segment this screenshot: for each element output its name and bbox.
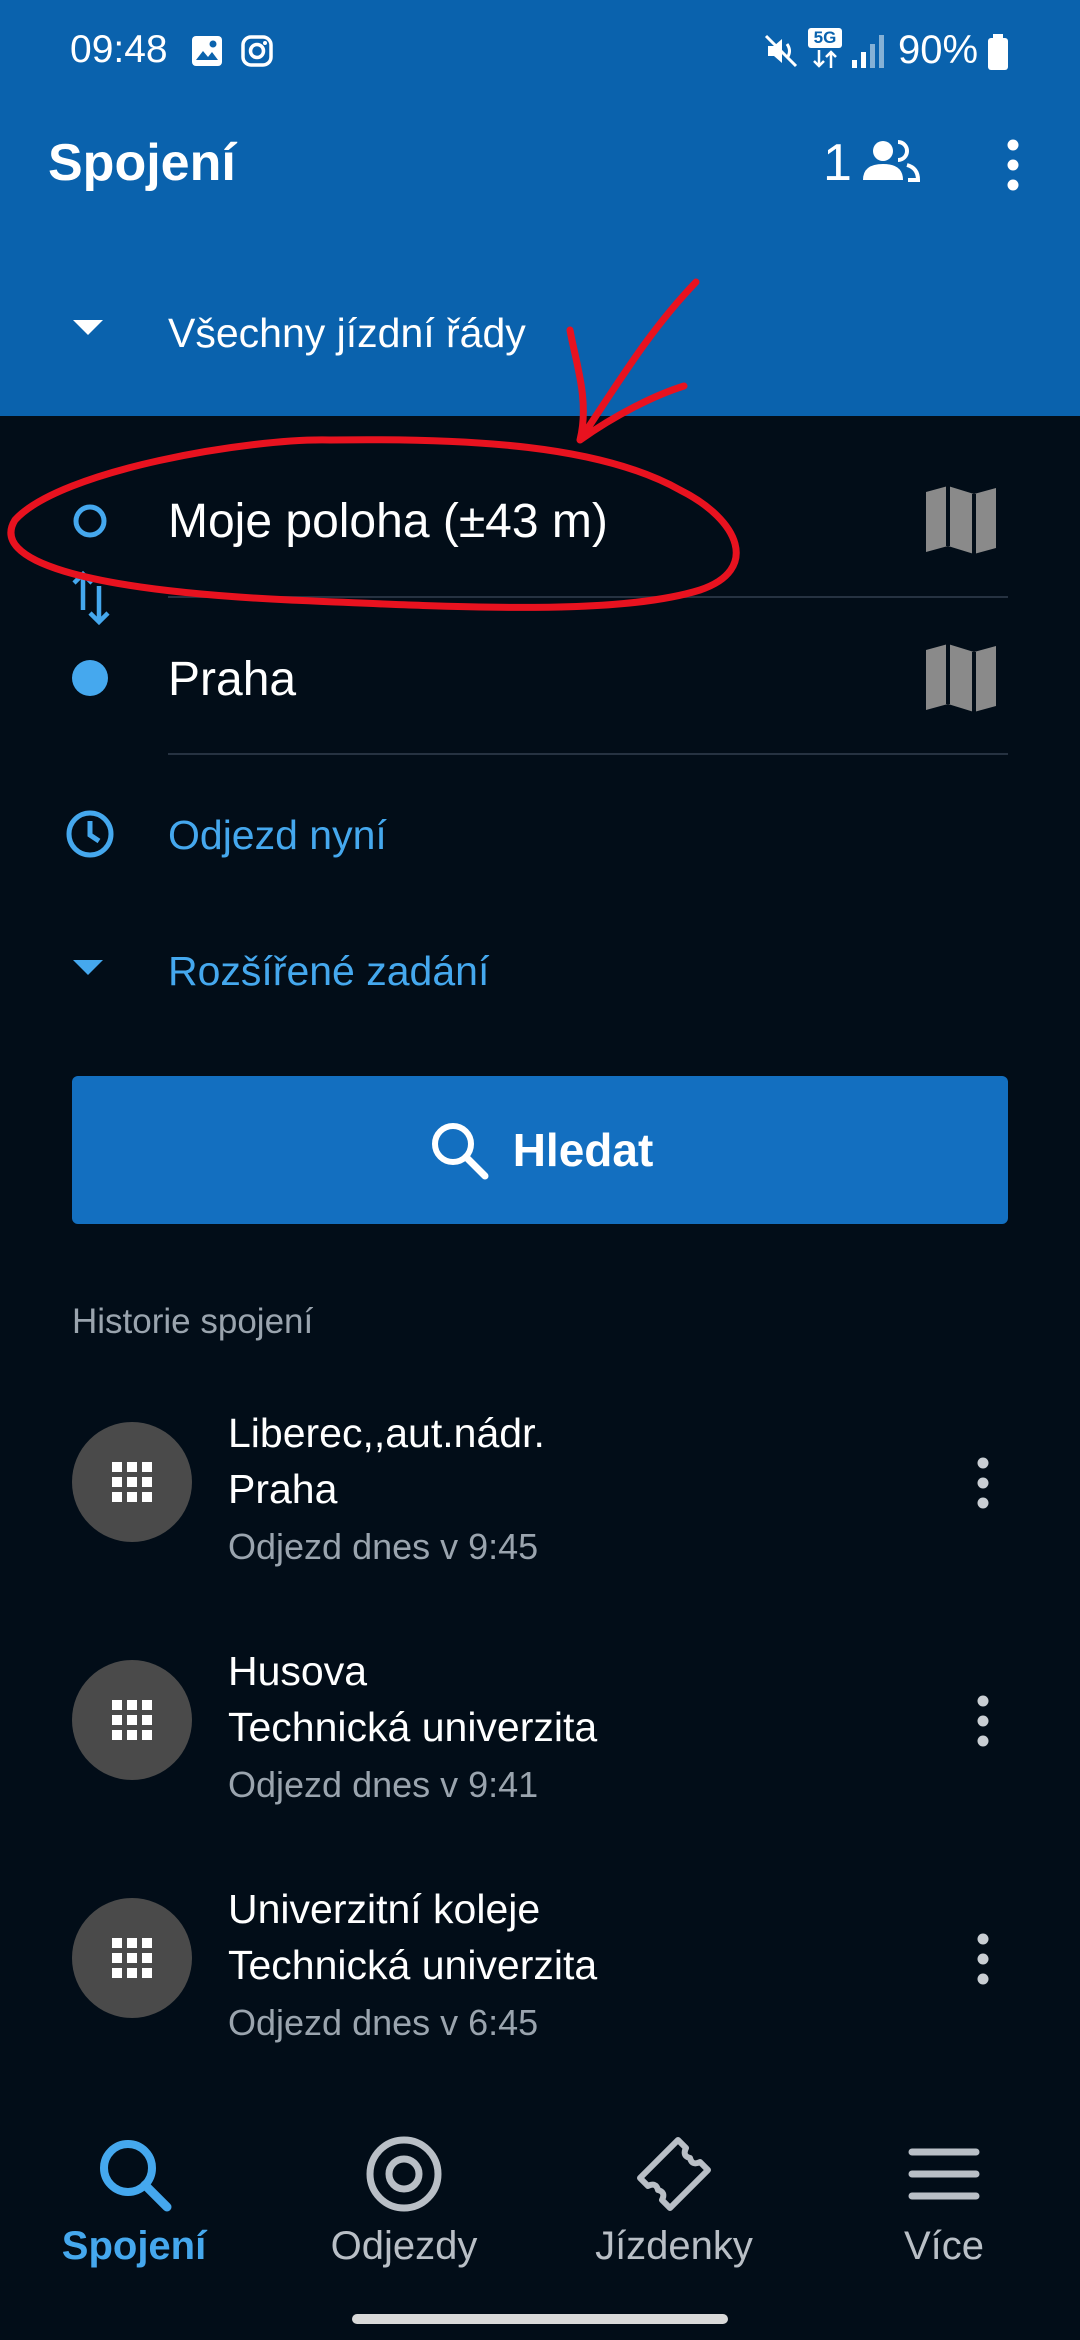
- home-indicator: [352, 2314, 728, 2324]
- history-item-avatar: [72, 1660, 192, 1780]
- from-field-value: Moje poloha (±43 m): [168, 495, 608, 548]
- nav-item-vice[interactable]: Více: [834, 2110, 1054, 2300]
- more-vert-icon[interactable]: [968, 1454, 998, 1512]
- more-vert-icon[interactable]: [998, 136, 1028, 194]
- swap-icon[interactable]: [70, 570, 112, 626]
- search-icon: [100, 2140, 172, 2212]
- history-item-to: Praha: [228, 1466, 338, 1512]
- history-title: Historie spojení: [72, 1302, 314, 1341]
- to-field-value: Praha: [168, 653, 297, 706]
- history-item[interactable]: Liberec,,aut.nádr. Praha Odjezd dnes v 9…: [0, 1366, 1080, 1604]
- battery-level: 90%: [898, 28, 979, 72]
- instagram-icon: [241, 35, 273, 67]
- history-item-to: Technická univerzita: [228, 1704, 598, 1750]
- nav-item-odjezdy[interactable]: Odjezdy: [294, 2110, 514, 2300]
- search-icon: [431, 1123, 489, 1180]
- nav-label: Odjezdy: [330, 2224, 478, 2268]
- from-field[interactable]: Moje poloha (±43 m): [168, 470, 868, 570]
- history-item-to: Technická univerzita: [228, 1942, 598, 1988]
- page-title: Spojení: [48, 134, 236, 192]
- history-item-time: Odjezd dnes v 9:45: [228, 1526, 539, 1567]
- target-icon: [366, 2136, 442, 2212]
- signal-icon: [852, 35, 884, 68]
- bottom-nav: Spojení Odjezdy Jízdenky Více: [0, 2110, 1080, 2300]
- nav-label: Jízdenky: [595, 2224, 753, 2268]
- search-button[interactable]: Hledat: [72, 1076, 1008, 1224]
- network-5g-icon: 5G: [808, 28, 842, 72]
- dropdown-arrow-icon: [73, 960, 103, 975]
- nav-item-jizdenky[interactable]: Jízdenky: [564, 2110, 784, 2300]
- nav-label: Více: [903, 2224, 985, 2268]
- destination-dot-icon: [72, 660, 108, 696]
- grid-icon: [112, 1938, 152, 1978]
- menu-icon: [908, 2148, 980, 2200]
- history-item-avatar: [72, 1898, 192, 2018]
- group-icon: [863, 140, 921, 182]
- departure-time-label: Odjezd nyní: [168, 812, 387, 858]
- grid-icon: [112, 1700, 152, 1740]
- history-item-from: Liberec,,aut.nádr.: [228, 1410, 545, 1456]
- battery-icon: [988, 34, 1008, 70]
- map-icon[interactable]: [924, 642, 998, 714]
- advanced-search-label: Rozšířené zadání: [168, 948, 490, 994]
- clock-icon: [66, 810, 114, 858]
- divider: [168, 753, 1008, 755]
- map-icon[interactable]: [924, 484, 998, 556]
- history-item[interactable]: Husova Technická univerzita Odjezd dnes …: [0, 1604, 1080, 1842]
- users-count: 1: [823, 134, 852, 192]
- gallery-icon: [192, 36, 222, 66]
- history-item-time: Odjezd dnes v 6:45: [228, 2002, 539, 2043]
- nav-item-spojeni[interactable]: Spojení: [24, 2110, 244, 2300]
- history-item-from: Univerzitní koleje: [228, 1886, 541, 1932]
- grid-icon: [112, 1462, 152, 1502]
- more-vert-icon[interactable]: [968, 1930, 998, 1988]
- timetable-label: Všechny jízdní řády: [168, 310, 526, 356]
- nav-label: Spojení: [61, 2224, 207, 2268]
- dropdown-arrow-icon: [73, 320, 103, 335]
- timetable-selector[interactable]: Všechny jízdní řády: [0, 290, 1080, 380]
- divider: [168, 596, 1008, 598]
- departure-time-selector[interactable]: Odjezd nyní: [0, 790, 1080, 880]
- more-vert-icon[interactable]: [968, 1692, 998, 1750]
- status-time: 09:48: [70, 28, 168, 71]
- history-item[interactable]: Univerzitní koleje Technická univerzita …: [0, 1842, 1080, 2080]
- history-item-time: Odjezd dnes v 9:41: [228, 1764, 539, 1805]
- ticket-icon: [637, 2137, 711, 2211]
- search-button-label: Hledat: [512, 1124, 654, 1176]
- history-item-from: Husova: [228, 1648, 368, 1694]
- advanced-search-toggle[interactable]: Rozšířené zadání: [0, 926, 1080, 1016]
- history-item-avatar: [72, 1422, 192, 1542]
- origin-dot-icon: [73, 504, 107, 538]
- users-button[interactable]: 1: [818, 128, 928, 198]
- to-field[interactable]: Praha: [168, 628, 868, 728]
- mute-icon: [764, 34, 798, 68]
